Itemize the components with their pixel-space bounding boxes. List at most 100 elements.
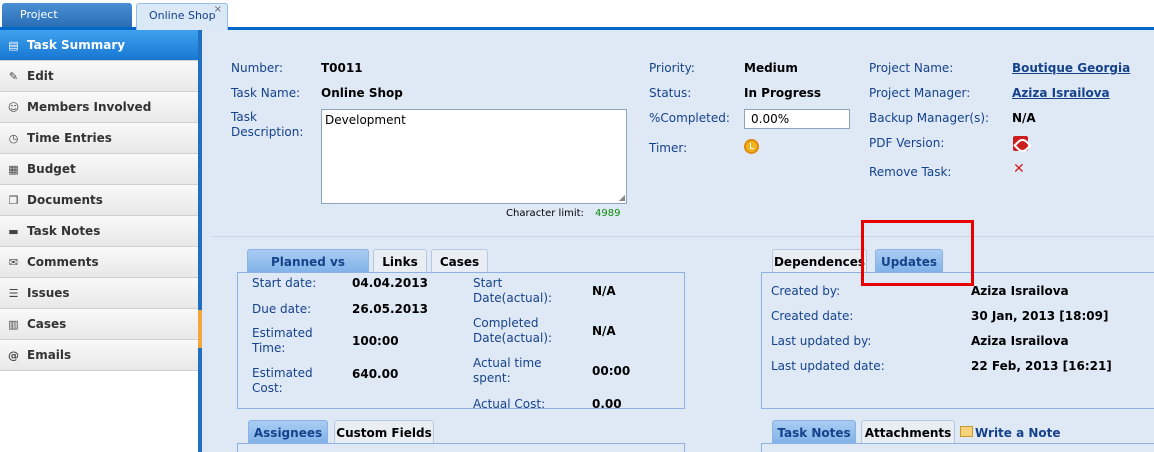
note-icon[interactable] [960, 426, 973, 437]
sidebar-item-label: Time Entries [27, 131, 112, 145]
comments-icon: ✉ [8, 255, 19, 269]
priority-value: Medium [744, 61, 798, 75]
sidebar-item-label: Members Involved [27, 100, 152, 114]
backup-manager-label: Backup Manager(s): [869, 111, 990, 125]
resize-grip-icon[interactable]: ◢ [619, 193, 625, 202]
tab-task-notes[interactable]: Task Notes [772, 420, 856, 444]
task-description-input[interactable]: Development ◢ [321, 109, 627, 204]
calculator-icon: ▦ [8, 162, 19, 176]
tab-label: Attachments [864, 426, 952, 440]
top-tab-bar: Project Management Online Shop × [0, 0, 1154, 45]
priority-label: Priority: [649, 61, 695, 75]
tab-label: Task Notes [777, 426, 851, 440]
completed-date-actual-value: N/A [592, 324, 616, 338]
sidebar-item-cases[interactable]: ▥ Cases [0, 309, 198, 340]
tab-label: Dependences [773, 255, 866, 269]
timer-label: Timer: [649, 141, 688, 155]
character-limit-label: Character limit: [506, 208, 584, 219]
task-description-label: Task Description: [231, 110, 304, 139]
sidebar-item-budget[interactable]: ▦ Budget [0, 154, 198, 185]
project-name-label: Project Name: [869, 61, 954, 75]
task-name-value: Online Shop [321, 86, 403, 100]
actual-time-label: Actual time spent: [473, 356, 542, 385]
estimated-time-label: Estimated Time: [252, 326, 313, 355]
due-date-label: Due date: [252, 302, 312, 316]
tab-cases[interactable]: Cases [431, 249, 488, 273]
status-value: In Progress [744, 86, 822, 100]
sidebar-item-task-summary[interactable]: ▤ Task Summary [0, 30, 198, 61]
issues-icon: ☰ [8, 286, 19, 300]
sidebar-item-task-notes[interactable]: ▬ Task Notes [0, 216, 198, 247]
highlight-box [861, 220, 974, 286]
number-label: Number: [231, 61, 284, 75]
timer-icon[interactable] [744, 139, 759, 154]
actual-cost-label: Actual Cost: [473, 397, 546, 411]
tab-online-shop[interactable]: Online Shop × [136, 3, 228, 30]
sidebar-item-label: Task Notes [27, 224, 101, 238]
estimated-time-value: 100:00 [352, 334, 399, 348]
start-date-actual-value: N/A [592, 284, 616, 298]
due-date-value: 26.05.2013 [352, 302, 428, 316]
start-date-actual-label: Start Date(actual): [473, 276, 553, 305]
sidebar-item-label: Emails [27, 348, 72, 362]
sidebar-item-members[interactable]: ☺ Members Involved [0, 92, 198, 123]
notes-icon: ▬ [8, 224, 19, 238]
number-value: T0011 [321, 61, 363, 75]
pdf-icon[interactable] [1013, 136, 1028, 151]
tab-label: Links [382, 255, 418, 269]
tab-attachments[interactable]: Attachments [861, 420, 955, 444]
remove-icon[interactable]: ✕ [1013, 161, 1025, 177]
write-a-note-link[interactable]: Write a Note [975, 426, 1061, 440]
assignees-panel [237, 443, 685, 452]
tab-assignees[interactable]: Assignees [248, 420, 328, 444]
sidebar-item-label: Documents [27, 193, 103, 207]
sidebar-item-label: Budget [27, 162, 76, 176]
sidebar-item-comments[interactable]: ✉ Comments [0, 247, 198, 278]
task-notes-panel [761, 443, 1154, 452]
backup-manager-value: N/A [1012, 111, 1036, 125]
tab-planned-vs-actual[interactable]: Planned vs Actual [247, 249, 369, 293]
tab-project-management[interactable]: Project Management [2, 3, 132, 45]
estimated-cost-value: 640.00 [352, 367, 399, 381]
sidebar-item-label: Comments [27, 255, 99, 269]
created-by-label: Created by: [771, 284, 841, 298]
pdf-version-label: PDF Version: [869, 136, 945, 150]
close-icon[interactable]: × [214, 3, 222, 17]
sidebar-item-label: Cases [27, 317, 67, 331]
character-limit-value: 4989 [595, 208, 621, 219]
sidebar-item-label: Task Summary [27, 38, 126, 52]
section-divider [212, 236, 1154, 237]
sidebar-item-label: Edit [27, 69, 54, 83]
percent-completed-value: 0.00% [751, 112, 790, 126]
task-name-label: Task Name: [231, 86, 301, 100]
tab-dependences[interactable]: Dependences [772, 249, 867, 273]
email-icon: @ [8, 348, 19, 362]
sidebar-item-documents[interactable]: ❐ Documents [0, 185, 198, 216]
sidebar-item-issues[interactable]: ☰ Issues [0, 278, 198, 309]
start-date-value: 04.04.2013 [352, 276, 428, 290]
tab-links[interactable]: Links [373, 249, 427, 273]
last-updated-by-label: Last updated by: [771, 334, 872, 348]
percent-completed-input[interactable]: 0.00% [744, 109, 850, 129]
calendar-icon: ▤ [8, 38, 19, 52]
last-updated-date-value: 22 Feb, 2013 [16:21] [971, 359, 1112, 373]
sidebar-item-emails[interactable]: @ Emails [0, 340, 198, 371]
project-manager-link[interactable]: Aziza Israilova [1012, 86, 1110, 100]
project-manager-label: Project Manager: [869, 86, 971, 100]
tab-label: Custom Fields [336, 426, 432, 440]
task-summary-panel: Number: T0011 Task Name: Online Shop Tas… [202, 30, 1154, 452]
last-updated-by-value: Aziza Israilova [971, 334, 1069, 348]
tab-label: Online Shop [149, 9, 216, 22]
clock-icon: ◷ [8, 131, 19, 145]
sidebar-item-edit[interactable]: ✎ Edit [0, 61, 198, 92]
tab-custom-fields[interactable]: Custom Fields [334, 420, 434, 444]
start-date-label: Start date: [252, 276, 317, 290]
task-description-text: Development [325, 113, 406, 127]
sidebar-item-time-entries[interactable]: ◷ Time Entries [0, 123, 198, 154]
created-date-value: 30 Jan, 2013 [18:09] [971, 309, 1109, 323]
edit-icon: ✎ [8, 69, 19, 83]
project-name-link[interactable]: Boutique Georgia [1012, 61, 1130, 75]
completed-date-actual-label: Completed Date(actual): [473, 316, 553, 345]
sidebar-item-label: Issues [27, 286, 70, 300]
members-icon: ☺ [7, 100, 20, 114]
